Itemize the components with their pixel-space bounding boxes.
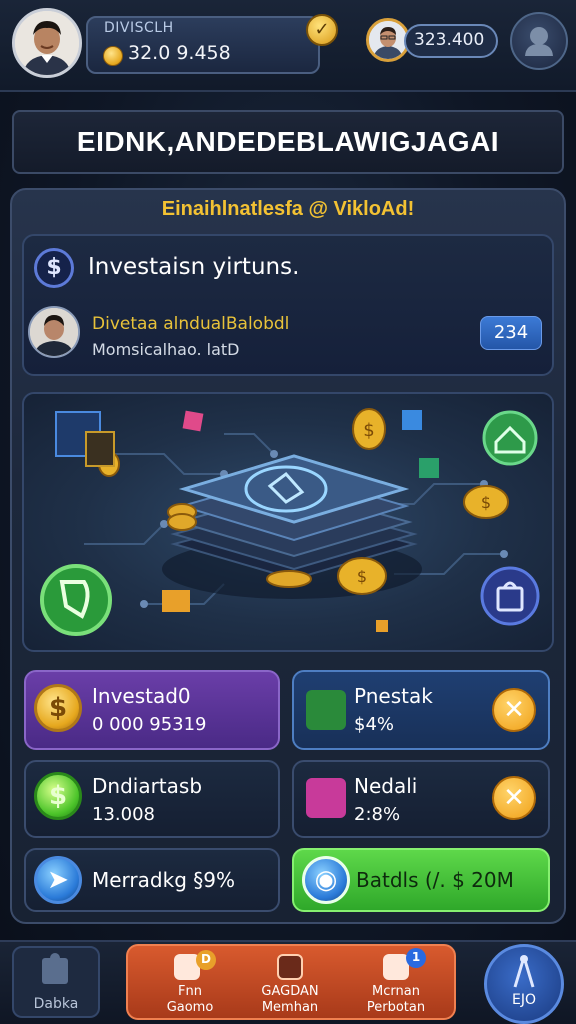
home-icon [482,410,538,466]
nav-right-button[interactable] [484,944,564,1024]
agent-name: Divetaa alndualBalobdl [92,314,290,334]
player-avatar[interactable] [12,8,82,78]
profile-button[interactable] [510,12,568,70]
info-heading: Investaisn yirtuns. [88,254,300,280]
details-label: Batdls (/. $ 20M [356,868,514,892]
coin-icon [103,46,123,66]
rival-score: 323.400 [414,30,485,50]
chart-icon [306,690,346,730]
agent-subtitle: Momsicalhao. latD [92,340,240,359]
promo-banner: Einaihlnatlesfa @ VikloAd! [161,198,415,220]
nav-item-member[interactable]: GAGDAN Memhan [240,950,340,1016]
nav-left-label: Dabka [33,996,79,1012]
close-icon[interactable]: ✕ [492,688,536,732]
player-coin-balance: 32.0 9.458 [128,42,231,64]
nav-item-line2: Memhan [261,1000,319,1015]
market-label: Merradkg §9% [92,868,235,892]
nav-item-game[interactable]: D Fnn Gaomo [140,950,240,1016]
nav-right-label: EJO [512,992,536,1008]
notification-badge: 1 [406,948,426,968]
nav-item-line1: GAGDAN [261,984,319,999]
nav-item-portfolio[interactable]: 1 Mcrnan Perbotan [346,948,446,1016]
score-pill[interactable]: 234 [480,316,542,350]
investment-scene-illustration: $ $ $ [22,392,554,652]
nav-item-line1: Mcrnan [372,984,420,999]
card-icon [277,954,303,980]
deal-value: 2:8% [354,804,401,825]
gift-icon [306,778,346,818]
agent-avatar [28,306,80,358]
user-icon [525,27,553,56]
compass-icon [513,955,535,988]
player-name: DIVISCLH [104,20,174,36]
svg-text:$: $ [363,420,374,441]
bag-icon [480,566,540,626]
dividends-label: Dndiartasb [92,774,203,798]
svg-text:$: $ [481,493,491,512]
dividends-value: 13.008 [92,804,155,825]
page-title: EIDNK,ANDEDEBLAWIGJAGAI [76,126,500,157]
nav-item-line1: Fnn [178,984,202,999]
coin-badge-icon[interactable]: ✓ [306,14,338,46]
pnestak-label: Pnestak [354,684,433,708]
invested-value: 0 000 95319 [92,714,207,735]
invested-label: Investad0 [92,684,191,708]
puzzle-icon [42,953,68,984]
nav-item-line2: Gaomo [166,1000,214,1015]
pnestak-value: $4% [354,714,395,735]
coin-icon: $ [34,684,82,732]
close-icon[interactable]: ✕ [492,776,536,820]
notification-badge: D [196,950,216,970]
globe-icon: ◉ [302,856,350,904]
coin-icon: $ [34,772,82,820]
arrow-icon: ➤ [34,856,82,904]
leaf-icon [40,564,112,636]
nav-item-line2: Perbotan [366,1000,426,1015]
dollar-icon: $ [34,248,74,288]
svg-text:$: $ [357,567,367,586]
deal-label: Nedali [354,774,418,798]
